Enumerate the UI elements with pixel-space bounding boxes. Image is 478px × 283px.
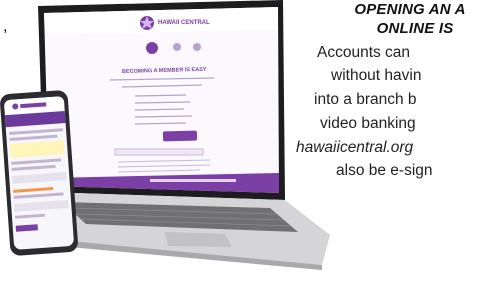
- laptop-screen: [44, 7, 279, 193]
- nav-step-1-icon: [146, 42, 158, 54]
- body-line-1: Accounts can: [317, 44, 411, 61]
- nav-step-2-icon: [173, 43, 181, 51]
- body-line-website[interactable]: hawaiicentral.org: [296, 138, 413, 157]
- continue-button: [162, 130, 198, 142]
- headline-line-2: ONLINE IS: [376, 20, 454, 37]
- ad-stage: , HAWAII CENTRAL BECOMING A MEMBER IS EA…: [0, 0, 478, 283]
- smartphone: [0, 90, 78, 256]
- headline-line-1: OPENING AN A: [354, 1, 466, 18]
- body-line-4: video banking: [320, 115, 416, 132]
- laptop-trackpad: [165, 232, 232, 247]
- promo-copy: OPENING AN A ONLINE IS Accounts can with…: [296, 0, 478, 283]
- body-line-2: without havin: [331, 67, 422, 84]
- chat-bar-text: [150, 179, 236, 182]
- device-illustration: HAWAII CENTRAL BECOMING A MEMBER IS EASY: [0, 0, 330, 270]
- body-line-3: into a branch b: [314, 91, 417, 108]
- brand-logo-icon: [140, 16, 154, 30]
- body-line-6: also be e-sign: [336, 162, 433, 179]
- nav-step-3-icon: [193, 43, 201, 51]
- screen-brand: HAWAII CENTRAL: [158, 20, 210, 26]
